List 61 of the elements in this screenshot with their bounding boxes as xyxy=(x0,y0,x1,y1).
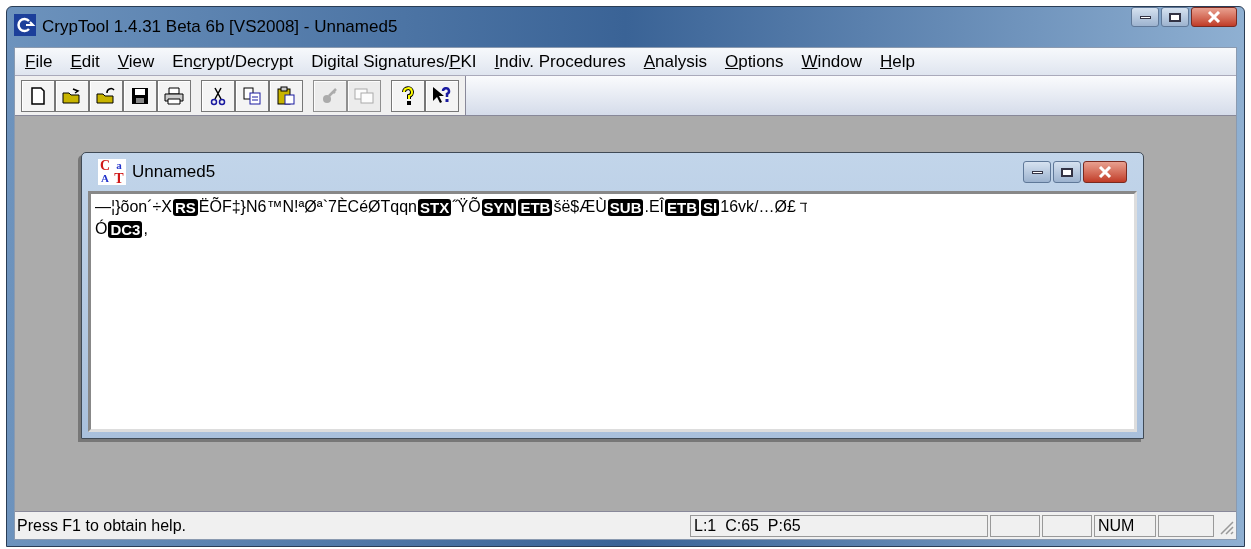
menu-item[interactable]: Options xyxy=(718,48,790,75)
minimize-button[interactable] xyxy=(1131,7,1159,27)
text-run: , xyxy=(143,219,148,239)
minimize-icon xyxy=(1139,15,1151,19)
control-character: SYN xyxy=(481,198,517,216)
status-pane xyxy=(990,514,1040,537)
text-run: šë$ÆÙ xyxy=(553,196,607,217)
control-character: STX xyxy=(417,198,452,216)
minimize-icon xyxy=(1031,170,1043,174)
close-button[interactable] xyxy=(1083,161,1127,183)
close-button[interactable] xyxy=(1191,7,1237,27)
num-lock-indicator: NUM xyxy=(1094,514,1156,537)
toolbar-button[interactable] xyxy=(201,79,235,112)
text-run: —¦}õon´÷X xyxy=(95,197,172,217)
control-character: SI xyxy=(701,198,720,216)
clipboard-icon xyxy=(275,84,297,107)
menu-item[interactable]: File xyxy=(19,48,59,75)
close-icon xyxy=(1207,11,1221,23)
toolbar-button[interactable] xyxy=(269,79,303,112)
toolbar-button[interactable] xyxy=(55,79,89,112)
minimize-button[interactable] xyxy=(1023,161,1051,183)
toolbar-button[interactable] xyxy=(89,79,123,112)
menu-item[interactable]: Analysis xyxy=(637,48,713,75)
toolbar-button[interactable] xyxy=(157,79,191,112)
maximize-icon xyxy=(1169,12,1181,22)
toolbar-button[interactable] xyxy=(425,79,459,112)
status-pane xyxy=(1158,514,1214,537)
maximize-button[interactable] xyxy=(1161,7,1189,27)
menu-item[interactable]: Indiv. Procedures xyxy=(488,48,632,75)
control-character: RS xyxy=(173,198,198,216)
text-run: ˝ŸÕ xyxy=(452,196,481,217)
maximize-icon xyxy=(1061,167,1073,177)
status-pane xyxy=(1042,514,1092,537)
copy-icon xyxy=(241,84,263,107)
toolbar-button[interactable] xyxy=(21,79,55,112)
toolbar-button[interactable] xyxy=(123,79,157,112)
window-title: CrypTool 1.4.31 Beta 6b [VS2008] - Unnamed5 xyxy=(42,16,398,38)
toolbar-button[interactable] xyxy=(391,79,425,112)
text-run: Ó xyxy=(95,218,108,239)
menu-item[interactable]: Digital Signatures/PKI xyxy=(305,48,483,75)
text-run: ËÕF‡}N6™N!ªØª`7ÈCéØTqqn xyxy=(198,196,417,217)
status-message: Press F1 to obtain help. xyxy=(17,515,187,536)
control-character: DC3 xyxy=(108,220,143,238)
menu-item[interactable]: View xyxy=(111,48,161,75)
text-editor[interactable]: —¦}õon´÷X RS ËÕF‡}N6™N!ªØª`7ÈCéØTqqn STX ˝ŸÕ SYN ETB šë$ÆÙ SUB .EÎ ETB SI 16vk/…Ø£ ℸ Ó DC3 , xyxy=(88,191,1137,432)
close-icon xyxy=(1098,166,1112,178)
app-logo-icon xyxy=(14,14,36,36)
printer-icon xyxy=(163,84,185,107)
control-character: ETB xyxy=(665,198,700,216)
control-character: ETB xyxy=(518,198,553,216)
maximize-button[interactable] xyxy=(1053,161,1081,183)
menu-item[interactable]: Edit xyxy=(64,48,106,75)
text-run: 16vk/…Ø£ ℸ xyxy=(720,197,808,217)
control-character: SUB xyxy=(607,198,644,216)
menu-item[interactable]: Encrypt/Decrypt xyxy=(166,48,300,75)
cursor-position: L:1 C:65 P:65 xyxy=(690,514,988,537)
menu-item[interactable]: Window xyxy=(795,48,869,75)
text-run: .EÎ xyxy=(644,196,665,217)
menu-item[interactable]: Help xyxy=(874,48,921,75)
document-title: Unnamed5 xyxy=(132,161,216,184)
document-logo: C a A T xyxy=(98,159,126,185)
